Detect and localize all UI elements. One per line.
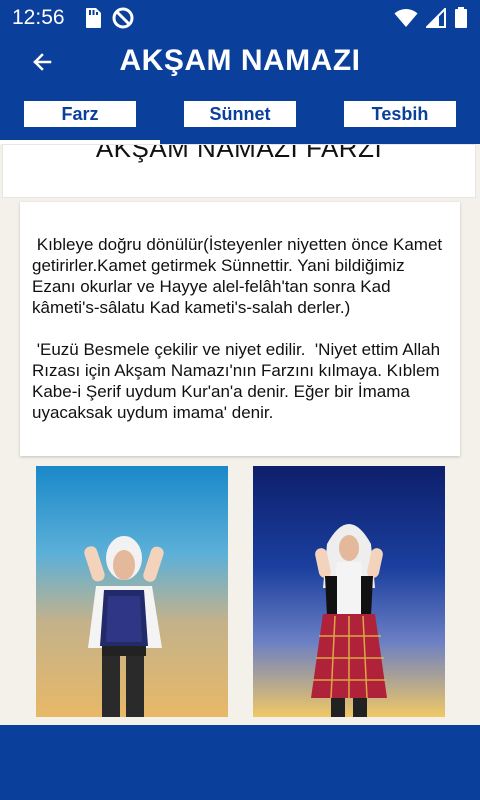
no-disturb-icon (112, 7, 134, 34)
status-time: 12:56 (12, 6, 65, 29)
content-scroll[interactable]: AKŞAM NAMAZI FARZI Kıbleye doğru dönülür… (0, 144, 480, 725)
page-title: AKŞAM NAMAZI (119, 44, 361, 77)
instructions-card: Kıbleye doğru dönülür(İsteyenler niyette… (20, 202, 460, 456)
tab-sunnet[interactable]: Sünnet (184, 101, 296, 127)
battery-icon (454, 7, 468, 34)
wifi-icon (394, 8, 418, 33)
section-title-card: AKŞAM NAMAZI FARZI (2, 144, 476, 198)
man-praying-illustration (36, 466, 228, 717)
tab-bar: Farz Sünnet Tesbih (0, 88, 480, 144)
section-title: AKŞAM NAMAZI FARZI (95, 144, 383, 163)
sd-card-icon (84, 7, 102, 34)
tab-tesbih[interactable]: Tesbih (344, 101, 456, 127)
app-bar: AKŞAM NAMAZI (0, 36, 480, 88)
signal-icon (424, 6, 446, 33)
instruction-paragraph: Kıbleye doğru dönülür(İsteyenler niyette… (32, 235, 447, 317)
woman-praying-illustration (253, 466, 445, 717)
instruction-paragraph: 'Euzü Besmele çekilir ve niyet edilir. '… (32, 340, 445, 422)
bottom-banner (0, 725, 480, 800)
tab-farz[interactable]: Farz (24, 101, 136, 127)
status-bar: 12:56 (0, 0, 480, 36)
